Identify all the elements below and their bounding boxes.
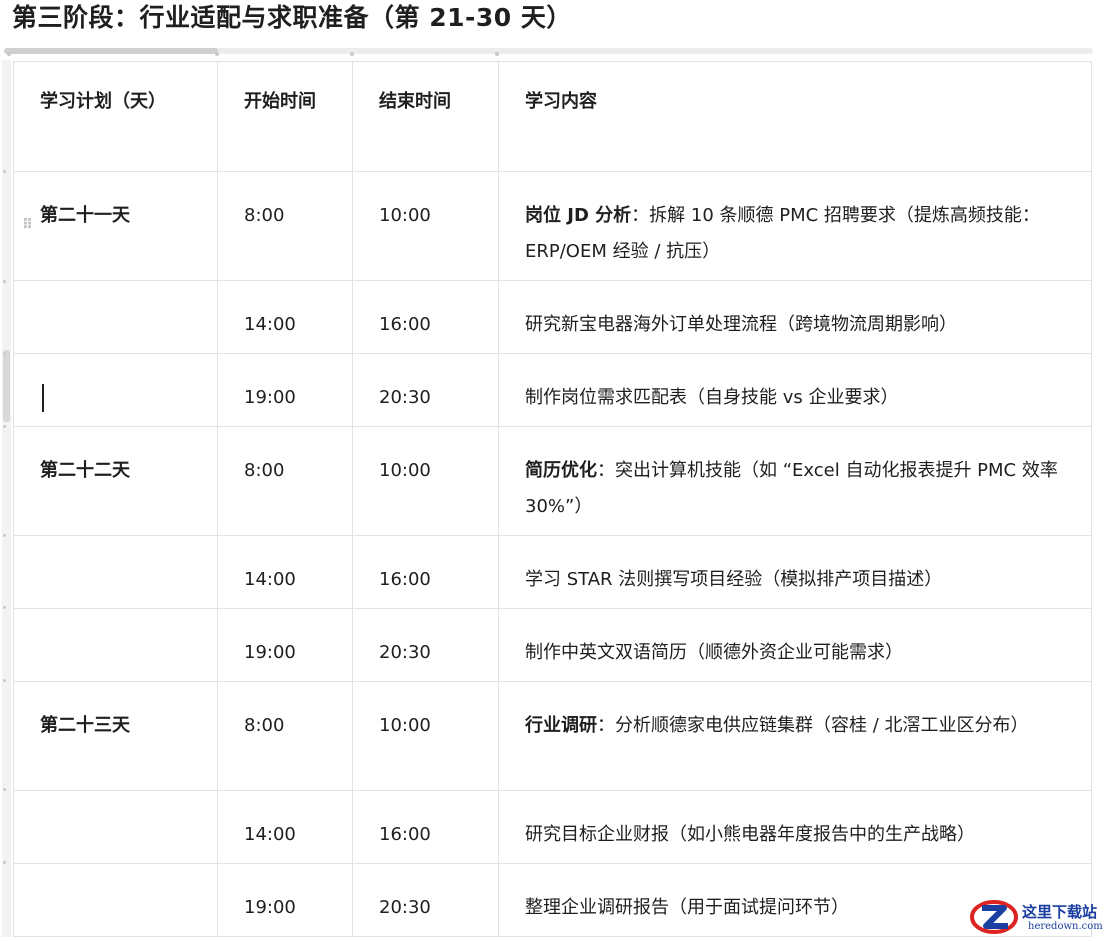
day-cell[interactable] (13, 790, 218, 864)
table-row: 第二十二天 8:00 10:00 简历优化：突出计算机技能（如 “Excel 自… (13, 426, 1092, 536)
header-content[interactable]: 学习内容 (498, 61, 1092, 172)
row-handle-dot (3, 280, 6, 283)
row-handle-dot (3, 606, 6, 609)
end-time-cell[interactable]: 16:00 (352, 280, 499, 354)
day-cell[interactable] (13, 608, 218, 682)
row-handle-dot (3, 352, 6, 355)
content-cell[interactable]: 制作中英文双语简历（顺德外资企业可能需求） (498, 608, 1092, 682)
content-cell[interactable]: 学习 STAR 法则撰写项目经验（模拟排产项目描述） (498, 535, 1092, 609)
watermark-logo: 这里下载站 heredown.com (968, 897, 1107, 937)
study-plan-table: 学习计划（天） 开始时间 结束时间 学习内容 ⠿ 第二十一天 8:00 10:0… (13, 61, 1092, 937)
row-handle-dot (3, 170, 6, 173)
day-cell[interactable]: ⠿ 第二十一天 (13, 171, 218, 281)
content-text: ：分析顺德家电供应链集群（容桂 / 北滘工业区分布） (597, 715, 1029, 736)
end-time-cell[interactable]: 16:00 (352, 535, 499, 609)
column-handle-dot (495, 52, 499, 56)
start-time-cell[interactable]: 19:00 (217, 353, 353, 427)
table-header-row: 学习计划（天） 开始时间 结束时间 学习内容 (13, 61, 1092, 172)
day-cell[interactable] (13, 535, 218, 609)
content-cell[interactable]: 研究目标企业财报（如小熊电器年度报告中的生产战略） (498, 790, 1092, 864)
day-cell[interactable] (13, 863, 218, 937)
content-text: ：突出计算机技能（如 “Excel 自动化报表提升 PMC 效率 30%”） (525, 460, 1058, 517)
start-time-cell[interactable]: 19:00 (217, 608, 353, 682)
header-start-time[interactable]: 开始时间 (217, 61, 353, 172)
column-handle-dot (215, 52, 219, 56)
table-row: 14:00 16:00 研究目标企业财报（如小熊电器年度报告中的生产战略） (13, 790, 1092, 864)
row-handle-dot (3, 788, 6, 791)
vertical-scrollbar[interactable] (2, 60, 11, 937)
row-handle-dot (3, 679, 6, 682)
day-label: 第二十一天 (40, 205, 130, 226)
content-cell[interactable]: 简历优化：突出计算机技能（如 “Excel 自动化报表提升 PMC 效率 30%… (498, 426, 1092, 536)
content-text: 学习 STAR 法则撰写项目经验（模拟排产项目描述） (525, 569, 943, 590)
column-handle-dot (7, 52, 11, 56)
table-row: 第二十三天 8:00 10:00 行业调研：分析顺德家电供应链集群（容桂 / 北… (13, 681, 1092, 791)
day-cell[interactable] (13, 280, 218, 354)
start-time-cell[interactable]: 8:00 (217, 426, 353, 536)
horizontal-scrollbar-thumb[interactable] (4, 48, 218, 54)
start-time-cell[interactable]: 14:00 (217, 535, 353, 609)
start-time-cell[interactable]: 19:00 (217, 863, 353, 937)
page-title: 第三阶段：行业适配与求职准备（第 21-30 天） (12, 3, 572, 32)
table-row: 14:00 16:00 学习 STAR 法则撰写项目经验（模拟排产项目描述） (13, 535, 1092, 609)
header-plan-day[interactable]: 学习计划（天） (13, 61, 218, 172)
start-time-cell[interactable]: 8:00 (217, 171, 353, 281)
start-time-cell[interactable]: 8:00 (217, 681, 353, 791)
watermark-text: 这里下载站 (1022, 903, 1098, 921)
row-handle-dot (3, 861, 6, 864)
content-keyword: 岗位 JD 分析 (525, 205, 632, 226)
day-cell[interactable]: 第二十三天 (13, 681, 218, 791)
day-cell[interactable] (13, 353, 218, 427)
content-cell[interactable]: 研究新宝电器海外订单处理流程（跨境物流周期影响） (498, 280, 1092, 354)
end-time-cell[interactable]: 20:30 (352, 353, 499, 427)
column-handle-dot (350, 52, 354, 56)
watermark-url: heredown.com (1028, 921, 1103, 932)
table-row: ⠿ 第二十一天 8:00 10:00 岗位 JD 分析：拆解 10 条顺德 PM… (13, 171, 1092, 281)
vertical-scrollbar-thumb[interactable] (3, 350, 10, 422)
row-handle-dot (3, 425, 6, 428)
content-text: 制作中英文双语简历（顺德外资企业可能需求） (525, 642, 903, 663)
end-time-cell[interactable]: 20:30 (352, 863, 499, 937)
text-cursor (42, 384, 44, 412)
content-text: 研究目标企业财报（如小熊电器年度报告中的生产战略） (525, 824, 975, 845)
content-keyword: 行业调研 (525, 715, 597, 736)
content-text: 制作岗位需求匹配表（自身技能 vs 企业要求） (525, 387, 899, 408)
start-time-cell[interactable]: 14:00 (217, 280, 353, 354)
watermark-z-icon (970, 900, 1018, 934)
content-keyword: 简历优化 (525, 460, 597, 481)
content-text: 整理企业调研报告（用于面试提问环节） (525, 897, 849, 918)
table-row: 19:00 20:30 制作中英文双语简历（顺德外资企业可能需求） (13, 608, 1092, 682)
end-time-cell[interactable]: 10:00 (352, 426, 499, 536)
content-cell[interactable]: 行业调研：分析顺德家电供应链集群（容桂 / 北滘工业区分布） (498, 681, 1092, 791)
end-time-cell[interactable]: 20:30 (352, 608, 499, 682)
content-cell[interactable]: 岗位 JD 分析：拆解 10 条顺德 PMC 招聘要求（提炼高频技能：ERP/O… (498, 171, 1092, 281)
end-time-cell[interactable]: 10:00 (352, 681, 499, 791)
day-cell[interactable]: 第二十二天 (13, 426, 218, 536)
header-end-time[interactable]: 结束时间 (352, 61, 499, 172)
end-time-cell[interactable]: 10:00 (352, 171, 499, 281)
row-handle-dot (3, 534, 6, 537)
content-text: 研究新宝电器海外订单处理流程（跨境物流周期影响） (525, 314, 957, 335)
drag-handle-icon[interactable]: ⠿ (22, 207, 33, 243)
end-time-cell[interactable]: 16:00 (352, 790, 499, 864)
horizontal-scrollbar[interactable] (4, 48, 1093, 54)
table-row: 19:00 20:30 制作岗位需求匹配表（自身技能 vs 企业要求） (13, 353, 1092, 427)
table-row: 19:00 20:30 整理企业调研报告（用于面试提问环节） (13, 863, 1092, 937)
start-time-cell[interactable]: 14:00 (217, 790, 353, 864)
content-cell[interactable]: 制作岗位需求匹配表（自身技能 vs 企业要求） (498, 353, 1092, 427)
table-row: 14:00 16:00 研究新宝电器海外订单处理流程（跨境物流周期影响） (13, 280, 1092, 354)
